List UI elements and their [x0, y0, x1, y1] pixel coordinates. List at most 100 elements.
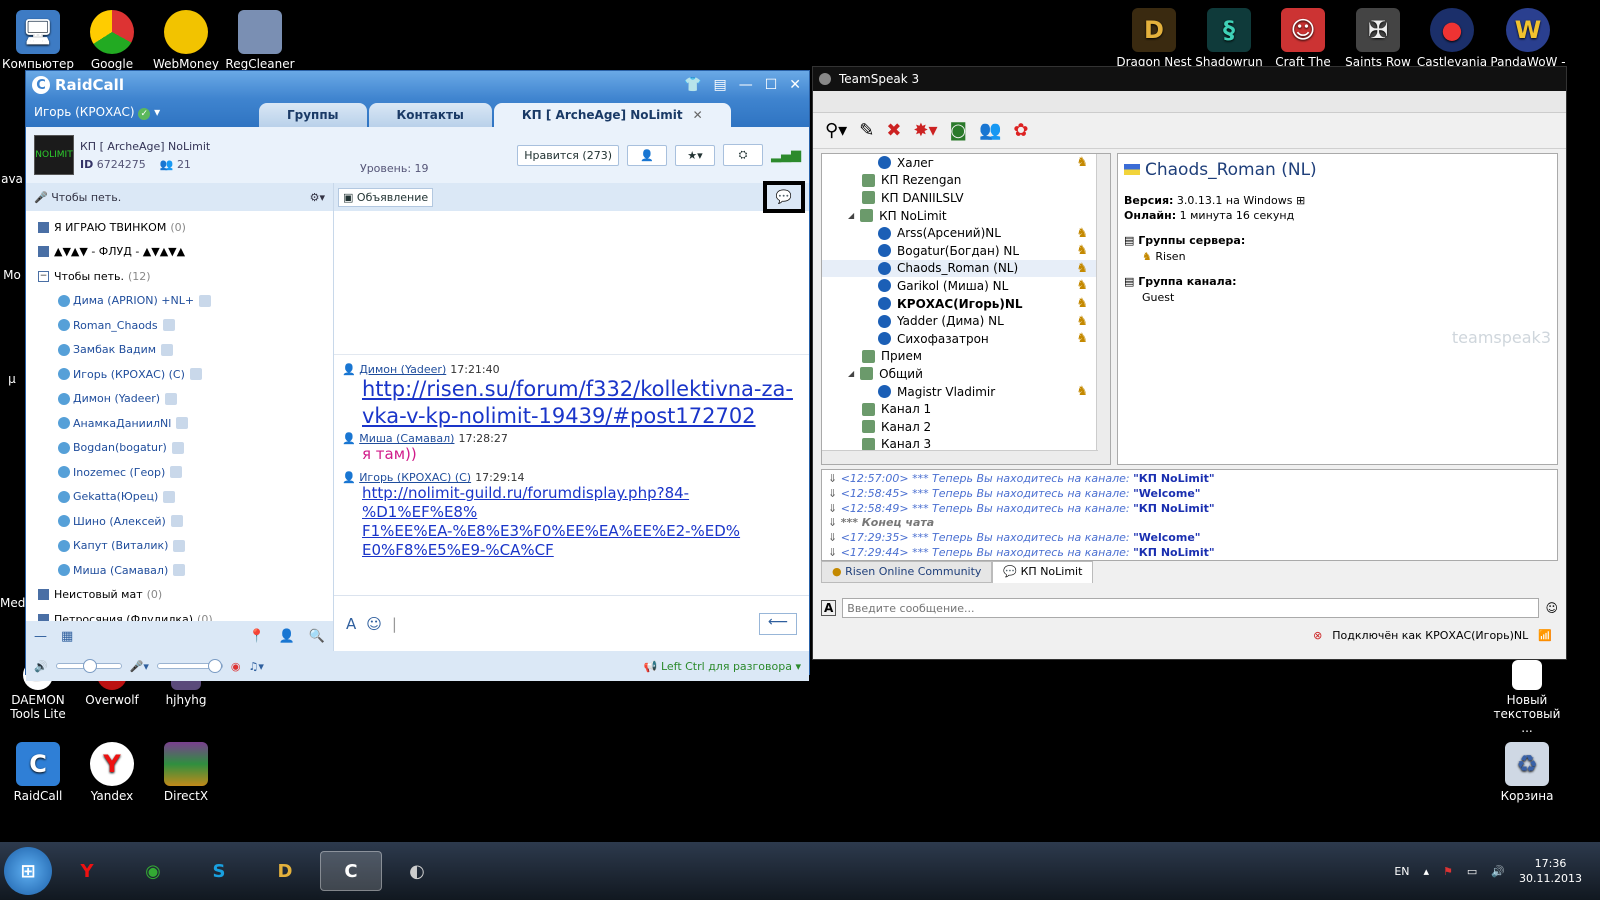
push-to-talk[interactable]: 📢 Left Ctrl для разговора ▾ — [644, 660, 801, 673]
tab-server-chat[interactable]: ● Risen Online Community — [821, 561, 993, 583]
ts-channel[interactable]: Канал 2 — [822, 418, 1110, 436]
server-tree[interactable]: Халег ♞ КП Rezengan КП DANIILSLV ◢ КП NoLimit… — [821, 153, 1111, 465]
ts-user[interactable]: Yadder (Дима) NL ♞ — [822, 312, 1110, 330]
collapse-icon[interactable]: — — [34, 629, 47, 644]
chat-log[interactable]: 👤 Димон (Yadeer) 17:21:40 http://risen.su/… — [334, 355, 809, 595]
tree-vertical-scrollbar[interactable] — [1096, 154, 1110, 464]
desktop-icon-new-text[interactable]: Новый текстовый ... — [1488, 660, 1566, 735]
desktop-icon-dragon-nest[interactable]: D Dragon Nest — [1116, 8, 1192, 69]
desktop-icon-webmoney[interactable]: WebMoney — [148, 10, 224, 71]
desktop-icon-raidcall[interactable]: C RaidCall — [0, 742, 76, 803]
desktop-icon-yandex[interactable]: Y Yandex — [74, 742, 150, 803]
tab-contacts[interactable]: Контакты — [368, 103, 492, 127]
ts-channel[interactable]: ◢ КП NoLimit — [822, 207, 1110, 225]
chat-bubble-button[interactable]: 💬 — [763, 181, 805, 213]
current-user[interactable]: Игорь (КРОХАС) ✓ ▾ — [34, 105, 259, 127]
search-icon[interactable]: 🔍 — [309, 629, 325, 644]
like-button[interactable]: Нравится (273) — [517, 144, 619, 166]
desktop-icon-computer[interactable]: 🖥 Компьютер — [0, 10, 76, 71]
message-author[interactable]: Игорь (КРОХАС) (С) — [359, 471, 471, 484]
teamspeak-window[interactable]: TeamSpeak 3 ⚲▾ ✎ ✖ ✸▾ ◙ 👥 ✿ Халег ♞ КП Rez… — [812, 66, 1567, 660]
expand-icon[interactable]: ◢ — [848, 369, 854, 378]
ts-user[interactable]: Халег ♞ — [822, 154, 1110, 172]
language-indicator[interactable]: EN — [1394, 865, 1409, 878]
record-icon[interactable]: ◉ — [231, 660, 241, 673]
ts-channel[interactable]: КП DANIILSLV — [822, 189, 1110, 207]
tab-channel-chat[interactable]: 💬 КП NoLimit — [992, 561, 1094, 583]
message-input[interactable] — [842, 598, 1540, 618]
tree-user[interactable]: Капут (Виталик) — [26, 534, 333, 559]
tree-group[interactable]: Я ИГРАЮ ТВИНКОМ (0) — [26, 215, 333, 240]
tree-group[interactable]: − Чтобы петь. (12) — [26, 264, 333, 289]
mic-icon[interactable]: 🎤▾ — [130, 660, 149, 673]
expand-icon[interactable] — [38, 246, 49, 258]
send-button[interactable]: ⟵ — [759, 612, 797, 635]
message-link[interactable]: vka-v-kp-nolimit-19439/#post172702 — [342, 403, 801, 430]
tree-horizontal-scrollbar[interactable] — [822, 450, 1098, 464]
settings-icon[interactable]: ▤ — [713, 77, 726, 93]
desktop-icon-google[interactable]: Google — [74, 10, 150, 71]
ts-user[interactable]: Garikol (Миша) NL ♞ — [822, 277, 1110, 295]
volume-icon[interactable]: 🔊 — [1491, 865, 1505, 878]
slider-knob[interactable] — [207, 659, 222, 673]
network-icon[interactable]: ▭ — [1467, 865, 1477, 878]
clock[interactable]: 17:36 30.11.2013 — [1519, 856, 1582, 886]
speaker-volume-slider[interactable] — [55, 659, 122, 673]
expand-icon[interactable] — [38, 589, 49, 601]
user-icon[interactable]: 👤 — [279, 629, 295, 644]
menu-bar[interactable] — [813, 91, 1566, 113]
channel-settings-button[interactable]: ⛭ — [723, 144, 763, 166]
announcement-button[interactable]: ▣ Объявление — [338, 187, 434, 207]
mic-volume-slider[interactable] — [156, 659, 223, 673]
tree-user[interactable]: Замбак Вадим — [26, 338, 333, 363]
tree-user[interactable]: Gekatta(Юрец) — [26, 485, 333, 510]
message-author[interactable]: Димон (Yadeer) — [359, 363, 446, 376]
ts-user[interactable]: КРОХАС(Игорь)NL ♞ — [822, 295, 1110, 313]
emoji-icon[interactable]: ☺ — [1545, 601, 1558, 615]
message-author[interactable]: Миша (Самавал) — [359, 432, 454, 445]
users-add-icon[interactable]: 👥 — [979, 120, 1001, 141]
tree-group[interactable]: Петросяния (Флудилка) (0) — [26, 607, 333, 621]
raidcall-window[interactable]: C RaidCall 👕 ▤ — ☐ ✕ Игорь (КРОХАС) ✓ ▾ … — [25, 70, 810, 681]
edit-icon[interactable]: ✎ — [859, 120, 874, 141]
ts-channel[interactable]: Прием — [822, 348, 1110, 366]
capture-icon[interactable]: ◙ — [950, 120, 967, 141]
tree-user[interactable]: Bogdan(bogatur) — [26, 436, 333, 461]
message-link[interactable]: E0%F8%E5%E9-%CA%CF — [342, 541, 801, 560]
format-icon[interactable]: A — [821, 600, 837, 616]
expand-icon[interactable]: ◢ — [848, 211, 854, 220]
taskbar-skype[interactable]: S — [188, 851, 250, 891]
speaker-icon[interactable]: 🔊 — [34, 660, 48, 673]
tree-user[interactable]: Игорь (КРОХАС) (С) — [26, 362, 333, 387]
emoji-icon[interactable]: ☺ — [366, 615, 382, 633]
chat-log[interactable]: ⇓ <12:57:00> *** Теперь Вы находитесь на… — [821, 469, 1558, 561]
tree-group[interactable]: ▲▼▲▼ - ФЛУД - ▲▼▲▼▲ — [26, 240, 333, 265]
tree-user[interactable]: Димон (Yadeer) — [26, 387, 333, 412]
shirt-icon[interactable]: 👕 — [684, 77, 701, 93]
ts-channel[interactable]: КП Rezengan — [822, 172, 1110, 190]
tree-user[interactable]: Дима (APRION) +NL+ — [26, 289, 333, 314]
tree-user[interactable]: Inozemec (Геор) — [26, 460, 333, 485]
network-flag-icon[interactable]: ⚑ — [1443, 865, 1453, 878]
message-link[interactable]: F1%EE%EA-%E8%E3%F0%EE%EA%EE%E2-%ED% — [342, 522, 801, 541]
expand-icon[interactable] — [38, 221, 49, 233]
music-icon[interactable]: ♫▾ — [249, 660, 264, 673]
grid-icon[interactable]: ▦ — [61, 629, 73, 644]
ts-user[interactable]: Arss(Арсений)NL ♞ — [822, 224, 1110, 242]
desktop-icon-pandawow[interactable]: W PandaWoW - — [1488, 8, 1568, 69]
maximize-button[interactable]: ☐ — [765, 77, 778, 93]
ts-channel[interactable]: Канал 1 — [822, 400, 1110, 418]
raidcall-titlebar[interactable]: C RaidCall 👕 ▤ — ☐ ✕ — [26, 71, 809, 99]
location-icon[interactable]: 📍 — [248, 629, 264, 644]
taskbar-teamspeak[interactable]: ◐ — [386, 851, 448, 891]
tree-user[interactable]: Миша (Самавал) — [26, 558, 333, 583]
tab-groups[interactable]: Группы — [259, 103, 367, 127]
ts-channel[interactable]: ◢ Общий — [822, 365, 1110, 383]
tab-close-icon[interactable]: ✕ — [693, 108, 703, 122]
minimize-button[interactable]: — — [739, 77, 753, 93]
disconnect-icon[interactable]: ✖ — [886, 120, 901, 141]
desktop-icon-directx[interactable]: DirectX — [148, 742, 224, 803]
tray-overflow-icon[interactable]: ▴ — [1424, 865, 1430, 878]
tree-user[interactable]: Шино (Алексей) — [26, 509, 333, 534]
desktop-icon-recycle-bin[interactable]: ♻ Корзина — [1488, 742, 1566, 803]
